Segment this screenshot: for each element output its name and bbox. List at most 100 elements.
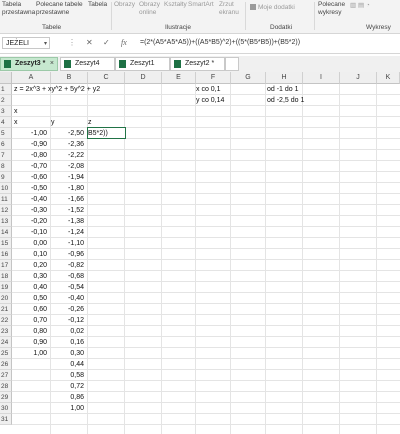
table-cell[interactable]: -0,50 bbox=[12, 183, 47, 194]
table-cell[interactable]: 0,80 bbox=[12, 326, 47, 337]
formula-input[interactable]: =(2*(A5*A5*A5))+((A5*B5)^2)+((5*(B5*B5))… bbox=[140, 37, 300, 49]
tab-zeszyt1[interactable]: Zeszyt1 bbox=[115, 57, 170, 71]
table-cell[interactable]: 0,50 bbox=[12, 293, 47, 304]
table-cell[interactable]: -0,54 bbox=[51, 282, 84, 293]
table-cell[interactable]: -1,80 bbox=[51, 183, 84, 194]
row-header[interactable]: 20 bbox=[0, 293, 12, 304]
table-cell[interactable]: -1,66 bbox=[51, 194, 84, 205]
select-all-corner[interactable] bbox=[0, 72, 12, 84]
table-cell[interactable]: -1,10 bbox=[51, 238, 84, 249]
cancel-icon[interactable]: ✕ bbox=[86, 37, 93, 49]
cell-h2[interactable]: od -2,5 do 1 bbox=[267, 95, 304, 106]
row-header[interactable]: 17 bbox=[0, 260, 12, 271]
table-cell[interactable]: -0,12 bbox=[51, 315, 84, 326]
row-header[interactable]: 13 bbox=[0, 216, 12, 227]
row-header[interactable]: 3 bbox=[0, 106, 12, 117]
table-cell[interactable]: 0,00 bbox=[12, 238, 47, 249]
table-cell[interactable]: 1,00 bbox=[12, 348, 47, 359]
table-cell[interactable]: -0,40 bbox=[12, 194, 47, 205]
pictures-button[interactable]: Obrazy bbox=[114, 1, 135, 9]
row-header[interactable]: 23 bbox=[0, 326, 12, 337]
row-header[interactable]: 8 bbox=[0, 161, 12, 172]
row-header[interactable]: 16 bbox=[0, 249, 12, 260]
row-header[interactable]: 28 bbox=[0, 381, 12, 392]
table-cell[interactable]: 0,90 bbox=[12, 337, 47, 348]
fx-icon[interactable]: fx bbox=[121, 37, 127, 49]
table-cell[interactable]: -1,38 bbox=[51, 216, 84, 227]
shapes-button[interactable]: Kształty bbox=[164, 1, 187, 9]
table-cell[interactable]: -0,82 bbox=[51, 260, 84, 271]
table-cell[interactable]: -2,08 bbox=[51, 161, 84, 172]
cell-a1[interactable]: z = 2x^3 + xy^2 + 5y^2 + y2 bbox=[14, 84, 100, 95]
row-header[interactable]: 11 bbox=[0, 194, 12, 205]
table-cell[interactable]: -0,80 bbox=[12, 150, 47, 161]
table-cell[interactable]: 0,10 bbox=[12, 249, 47, 260]
online-pictures-button[interactable]: Obrazy online bbox=[139, 1, 160, 17]
cell-a3[interactable]: x bbox=[14, 106, 18, 117]
row-header[interactable]: 7 bbox=[0, 150, 12, 161]
tab-zeszyt4[interactable]: Zeszyt4 bbox=[60, 57, 115, 71]
table-cell[interactable]: -0,70 bbox=[12, 161, 47, 172]
row-header[interactable]: 26 bbox=[0, 359, 12, 370]
row-header[interactable]: 1 bbox=[0, 84, 12, 95]
table-cell[interactable]: -0,40 bbox=[51, 293, 84, 304]
chart-icons[interactable]: ▥ ▤ ◔ bbox=[350, 2, 370, 10]
table-cell[interactable]: 0,44 bbox=[51, 359, 84, 370]
row-header[interactable]: 10 bbox=[0, 183, 12, 194]
smartart-button[interactable]: SmartArt bbox=[188, 1, 214, 9]
table-cell[interactable]: -0,20 bbox=[12, 216, 47, 227]
cell-f1[interactable]: x co 0,1 bbox=[196, 84, 221, 95]
cell-f2[interactable]: y co 0,14 bbox=[196, 95, 224, 106]
table-cell[interactable]: -1,24 bbox=[51, 227, 84, 238]
chevron-down-icon[interactable]: ▾ bbox=[44, 38, 47, 50]
table-cell[interactable]: -1,00 bbox=[12, 128, 47, 139]
table-cell[interactable]: 0,58 bbox=[51, 370, 84, 381]
my-addins-button[interactable]: Moje dodatki bbox=[250, 4, 295, 12]
row-header[interactable]: 22 bbox=[0, 315, 12, 326]
table-cell[interactable]: 1,00 bbox=[51, 403, 84, 414]
row-header[interactable]: 9 bbox=[0, 172, 12, 183]
row-header[interactable]: 24 bbox=[0, 337, 12, 348]
row-header[interactable]: 15 bbox=[0, 238, 12, 249]
column-header[interactable]: C bbox=[88, 72, 125, 84]
table-button[interactable]: Tabela bbox=[88, 1, 107, 9]
table-cell[interactable]: -0,96 bbox=[51, 249, 84, 260]
table-cell[interactable]: -0,26 bbox=[51, 304, 84, 315]
row-header[interactable]: 6 bbox=[0, 139, 12, 150]
column-header[interactable]: A bbox=[12, 72, 51, 84]
row-header[interactable]: 5 bbox=[0, 128, 12, 139]
row-header[interactable]: 18 bbox=[0, 271, 12, 282]
column-header[interactable]: E bbox=[162, 72, 196, 84]
table-cell[interactable]: 0,60 bbox=[12, 304, 47, 315]
row-header[interactable]: 25 bbox=[0, 348, 12, 359]
cell-a4[interactable]: x bbox=[14, 117, 18, 128]
name-box[interactable]: JEŻELI ▾ bbox=[2, 37, 50, 49]
table-cell[interactable]: 0,72 bbox=[51, 381, 84, 392]
table-cell[interactable]: -1,52 bbox=[51, 205, 84, 216]
row-header[interactable]: 14 bbox=[0, 227, 12, 238]
table-cell[interactable]: 0,20 bbox=[12, 260, 47, 271]
row-header[interactable]: 29 bbox=[0, 392, 12, 403]
table-cell[interactable]: -0,30 bbox=[12, 205, 47, 216]
table-cell[interactable]: 0,30 bbox=[51, 348, 84, 359]
row-header[interactable]: 2 bbox=[0, 95, 12, 106]
row-header[interactable]: 4 bbox=[0, 117, 12, 128]
table-cell[interactable]: -0,68 bbox=[51, 271, 84, 282]
row-header[interactable]: 31 bbox=[0, 414, 12, 425]
column-header[interactable]: F bbox=[196, 72, 231, 84]
table-cell[interactable]: -0,10 bbox=[12, 227, 47, 238]
cell-h1[interactable]: od -1 do 1 bbox=[267, 84, 299, 95]
table-cell[interactable]: 0,40 bbox=[12, 282, 47, 293]
column-header[interactable]: G bbox=[231, 72, 266, 84]
table-cell[interactable]: 0,30 bbox=[12, 271, 47, 282]
column-header[interactable]: J bbox=[340, 72, 377, 84]
recommended-pivot-button[interactable]: Polecane tabele przestawne bbox=[36, 1, 83, 17]
table-cell[interactable]: -2,36 bbox=[51, 139, 84, 150]
table-cell[interactable]: -2,22 bbox=[51, 150, 84, 161]
column-header[interactable]: K bbox=[377, 72, 400, 84]
new-tab-button[interactable] bbox=[225, 57, 239, 71]
table-cell[interactable]: 0,02 bbox=[51, 326, 84, 337]
table-cell[interactable]: -0,60 bbox=[12, 172, 47, 183]
table-cell[interactable]: -1,94 bbox=[51, 172, 84, 183]
more-icon[interactable]: ⋮ bbox=[68, 37, 76, 49]
